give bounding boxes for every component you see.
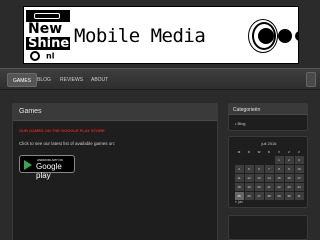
calendar-day[interactable]: 25 (234, 191, 244, 200)
calendar-day[interactable]: 12 (244, 173, 254, 182)
content-panel: Games OUR GAMES ON THE GOOGLE PLAY STORE… (12, 103, 218, 240)
calendar-widget: juli 2016 M D W D V Z Z 1 2 3 4 5 6 7 8 9 10 11 12 13 14 15 16… (228, 136, 308, 208)
calendar-month: juli 2016 (261, 141, 277, 146)
calendar-day[interactable]: 26 (244, 191, 254, 200)
calendar-day[interactable]: 18 (234, 182, 244, 191)
calendar-grid: M D W D V Z Z 1 2 3 4 5 6 7 8 9 10 11 12 13 14 15 16 17 18 19 20 21… (234, 149, 304, 200)
calendar-day[interactable]: 11 (234, 173, 244, 182)
site-logo[interactable]: New Shine nl (26, 10, 70, 61)
page-title: Games (19, 108, 42, 115)
calendar-day[interactable]: 7 (264, 164, 274, 173)
calendar-day[interactable]: 16 (284, 173, 294, 182)
calendar-weekday-header: D (267, 150, 271, 154)
calendar-day[interactable]: 20 (254, 182, 264, 191)
calendar-day[interactable]: 8 (274, 164, 284, 173)
site-title: Mobile Media (74, 25, 206, 47)
calendar-weekday-header: Z (288, 150, 290, 154)
logo-text-new: New (28, 21, 63, 37)
calendar-day[interactable]: 22 (274, 182, 284, 191)
calendar-day[interactable]: 19 (244, 182, 254, 191)
calendar-day[interactable]: 14 (264, 173, 274, 182)
dot-icon-large (258, 28, 274, 44)
calendar-prev-month-link[interactable]: « jun (235, 200, 243, 204)
calendar-empty-cell (245, 156, 254, 164)
calendar-empty-cell (235, 156, 244, 164)
calendar-day[interactable]: 4 (234, 164, 244, 173)
phone-icon (34, 13, 60, 19)
nav-item-blog[interactable]: BLOG (32, 73, 56, 87)
sidebar-widget-bottom (228, 215, 308, 240)
calendar-day[interactable]: 5 (244, 164, 254, 173)
calendar-empty-cell (265, 156, 274, 164)
menu-toggle-handle[interactable] (306, 72, 316, 87)
calendar-day[interactable]: 6 (254, 164, 264, 173)
site-banner[interactable]: New Shine nl Mobile Media (23, 6, 299, 64)
logo-text-shine: Shine (26, 36, 70, 51)
calendar-day[interactable]: 13 (254, 173, 264, 182)
calendar-day[interactable]: 17 (294, 173, 304, 182)
calendar-weekday-header: D (247, 150, 251, 154)
calendar-weekday-header: Z (298, 150, 300, 154)
calendar-weekday-header: W (257, 150, 261, 154)
calendar-weekday-header: V (277, 150, 280, 154)
play-store-icon (24, 160, 32, 170)
section-heading: OUR GAMES ON THE GOOGLE PLAY STORE (19, 128, 105, 133)
nav-item-about[interactable]: ABOUT (86, 73, 113, 87)
calendar-day[interactable]: 3 (294, 155, 304, 164)
logo-text-online: nl (30, 51, 54, 61)
calendar-day[interactable]: 27 (254, 191, 264, 200)
calendar-weekday-header: M (237, 150, 241, 154)
calendar-day[interactable]: 9 (284, 164, 294, 173)
category-link-blog[interactable]: • Blog (235, 121, 246, 126)
calendar-day[interactable]: 24 (294, 182, 304, 191)
main-navigation: GAMES BLOG REVIEWS ABOUT (0, 68, 320, 90)
logo-o-icon (30, 51, 40, 61)
calendar-day[interactable]: 15 (274, 173, 284, 182)
calendar-day[interactable]: 28 (264, 191, 274, 200)
calendar-day[interactable]: 23 (284, 182, 294, 191)
calendar-day[interactable]: 29 (274, 191, 284, 200)
google-play-badge-link[interactable]: ANDROID APP ON Google play (19, 155, 75, 180)
dot-icon-small (295, 31, 298, 41)
calendar-day[interactable]: 31 (294, 191, 304, 200)
nav-item-reviews[interactable]: REVIEWS (55, 73, 88, 87)
dot-icon-medium (278, 29, 292, 43)
calendar-empty-cell (255, 156, 264, 164)
calendar-day[interactable]: 21 (264, 182, 274, 191)
calendar-day[interactable]: 10 (294, 164, 304, 173)
categories-widget: Categorieën • Blog (228, 103, 308, 131)
categories-title: Categorieën (233, 107, 261, 113)
calendar-day[interactable]: 1 (274, 155, 284, 164)
badge-label: Google play (36, 162, 62, 180)
intro-text: Click to see our latest list of availabl… (19, 141, 116, 146)
calendar-day[interactable]: 30 (284, 191, 294, 200)
content-panel-header (13, 104, 217, 121)
calendar-day[interactable]: 2 (284, 155, 294, 164)
